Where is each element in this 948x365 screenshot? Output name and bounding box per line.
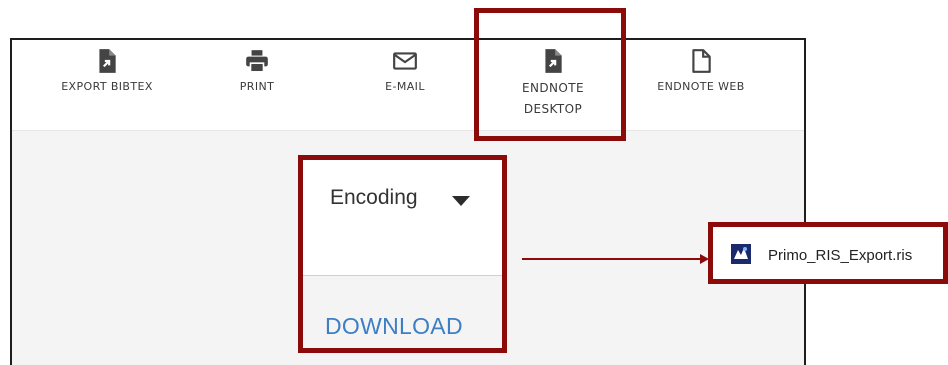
email-button[interactable]: E-MAIL	[340, 48, 470, 93]
print-button[interactable]: PRINT	[192, 48, 322, 93]
download-highlight	[298, 155, 507, 353]
arrow-line	[522, 258, 704, 260]
export-bibtex-button[interactable]: EXPORT BIBTEX	[42, 48, 172, 93]
file-highlight	[708, 222, 948, 284]
export-file-icon	[99, 49, 116, 73]
envelope-icon	[393, 52, 417, 70]
export-toolbar: EXPORT BIBTEX PRINT E-MAIL ENDNOTE DESKT…	[12, 40, 804, 131]
email-label: E-MAIL	[385, 80, 425, 93]
printer-icon	[246, 50, 268, 73]
print-label: PRINT	[239, 80, 275, 93]
endnote-web-label: ENDNOTE WEB	[657, 80, 745, 93]
endnote-desktop-highlight	[474, 8, 626, 141]
document-icon	[692, 49, 711, 73]
endnote-web-button[interactable]: ENDNOTE WEB	[636, 48, 766, 93]
export-bibtex-label: EXPORT BIBTEX	[61, 80, 153, 93]
